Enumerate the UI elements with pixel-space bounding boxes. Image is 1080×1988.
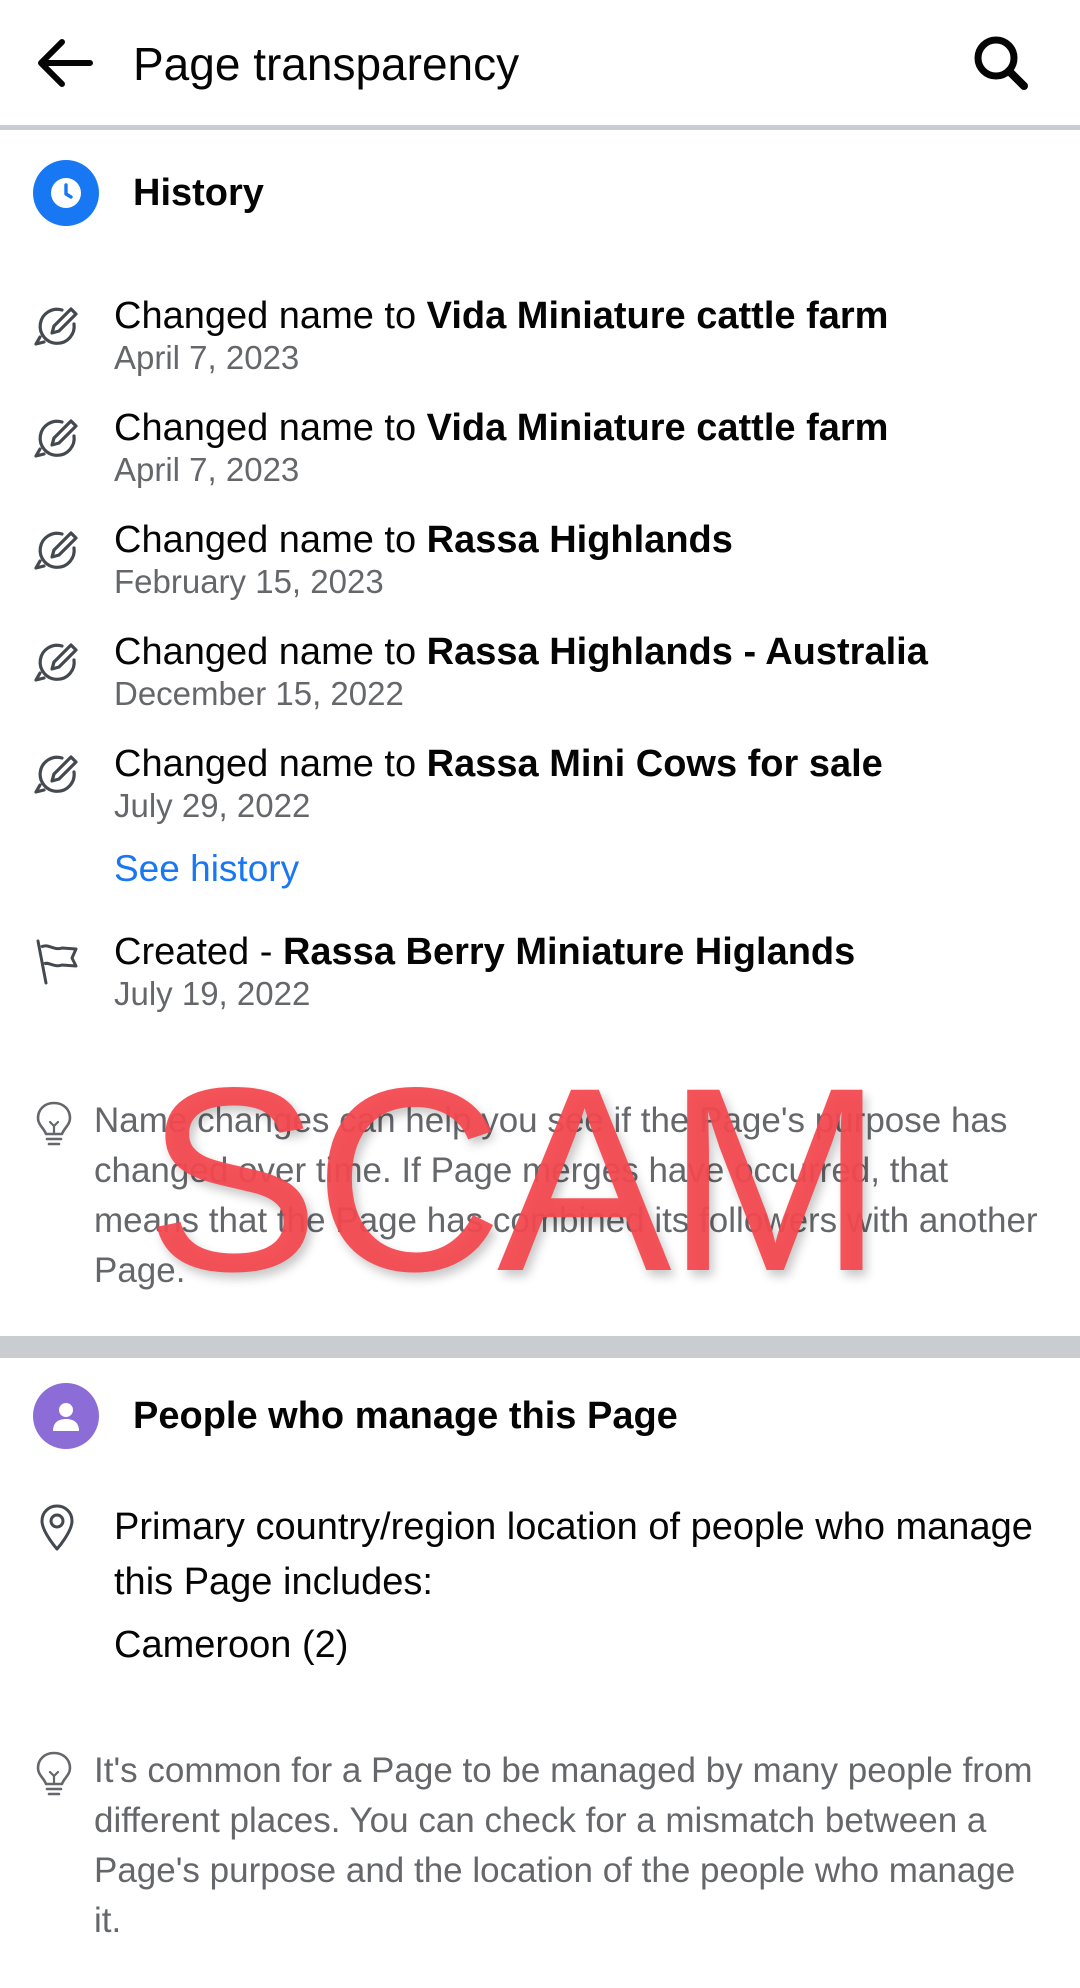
history-item-date: February 15, 2023	[114, 563, 384, 600]
search-button[interactable]	[966, 28, 1036, 98]
managers-tip-text: It's common for a Page to be managed by …	[94, 1751, 1033, 1940]
page-title: Page transparency	[133, 38, 520, 90]
history-item-text: Changed name to Rassa Highlands - Austra…	[114, 631, 928, 673]
edit-name-icon	[34, 419, 78, 458]
history-item-date: April 7, 2023	[114, 451, 300, 488]
page-transparency-screen: Page transparency History Changed name t…	[0, 0, 1080, 1988]
map-pin-icon	[40, 1504, 74, 1551]
history-item-text: Changed name to Rassa Highlands	[114, 519, 733, 561]
lightbulb-icon	[36, 1101, 72, 1146]
history-item-text: Changed name to Vida Miniature cattle fa…	[114, 407, 889, 449]
history-item-date: December 15, 2022	[114, 675, 404, 712]
search-icon	[974, 36, 1028, 90]
history-item-date: April 7, 2023	[114, 339, 300, 376]
clock-icon	[51, 178, 81, 208]
history-heading: History	[133, 172, 264, 214]
flag-icon	[36, 939, 78, 985]
history-item-text: Changed name to Rassa Mini Cows for sale	[114, 743, 883, 785]
history-item-text: Created - Rassa Berry Miniature Higlands	[114, 931, 856, 973]
lightbulb-icon	[36, 1751, 72, 1796]
see-history-link[interactable]: See history	[114, 846, 299, 892]
history-item-date: July 29, 2022	[114, 787, 311, 824]
back-button[interactable]	[30, 28, 100, 98]
edit-name-icon	[34, 755, 78, 794]
manager-location-description: Primary country/region location of peopl…	[114, 1506, 1033, 1603]
edit-name-icon	[34, 531, 78, 570]
history-item-date: July 19, 2022	[114, 975, 311, 1012]
section-divider	[0, 1336, 1080, 1358]
managers-section-icon	[33, 1383, 99, 1449]
history-section-icon	[33, 160, 99, 226]
top-bar: Page transparency	[0, 0, 1080, 130]
managers-heading: People who manage this Page	[133, 1395, 678, 1437]
arrow-left-icon	[38, 39, 93, 87]
manager-location-value: Cameroon (2)	[114, 1624, 349, 1666]
history-item-text: Changed name to Vida Miniature cattle fa…	[114, 295, 889, 337]
edit-name-icon	[34, 307, 78, 346]
history-tip-text: Name changes can help you see if the Pag…	[94, 1101, 1038, 1290]
edit-name-icon	[34, 643, 78, 682]
person-icon	[53, 1403, 79, 1431]
